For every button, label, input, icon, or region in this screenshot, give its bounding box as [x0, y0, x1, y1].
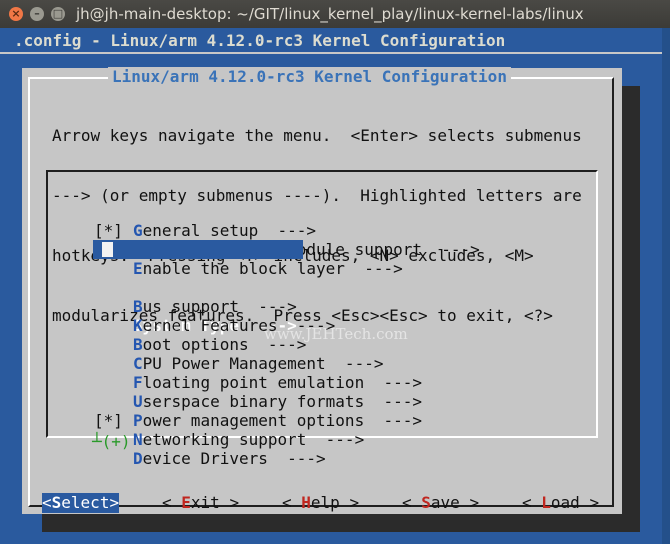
menu-item-hotkey: N [133, 430, 143, 449]
maximize-window-button[interactable]: □ [51, 7, 65, 21]
menu-item-hotkey: U [133, 392, 143, 411]
save-button[interactable]: < Save > [402, 493, 479, 513]
close-window-button[interactable]: × [9, 7, 23, 21]
menu-item-floating-point[interactable]: Floating point emulation ---> [48, 335, 422, 392]
menu-item-device-drivers[interactable]: Device Drivers ---> [48, 411, 326, 468]
window-title: jh@jh-main-desktop: ~/GIT/linux_kernel_p… [76, 5, 584, 23]
menu-item-label: evice Drivers ---> [142, 449, 326, 468]
menu-item-block-layer[interactable]: [*] Enable the block layer ---> [48, 221, 403, 278]
config-header: .config - Linux/arm 4.12.0-rc3 Kernel Co… [14, 31, 506, 50]
dialog-shadow-bottom [42, 514, 640, 532]
dialog-shadow-right [622, 86, 640, 531]
menu-item-userspace-binary[interactable]: Userspace binary formats ---> [48, 354, 422, 411]
more-items-indicator: ┴(+) [92, 432, 131, 451]
button-hotkey: L [541, 493, 551, 512]
header-rule [0, 52, 670, 54]
minimize-window-button[interactable]: – [30, 7, 44, 21]
help-line: Arrow keys navigate the menu. <Enter> se… [52, 126, 582, 145]
menu-item-hotkey: K [133, 316, 143, 335]
menu-item-hotkey: B [133, 297, 143, 316]
menu-item-networking[interactable]: [*] Networking support ---> [48, 392, 364, 449]
menu-item-label: serspace binary formats ---> [142, 392, 422, 411]
menu-item-label: eneral setup ---> [142, 221, 317, 240]
menu-item-hotkey: P [133, 411, 143, 430]
menu-item-hotkey: B [133, 335, 143, 354]
menu-item-hotkey: F [133, 373, 143, 392]
button-hotkey: S [421, 493, 431, 512]
button-hotkey: S [51, 493, 62, 512]
watermark: www.JEHTech.com [264, 325, 408, 343]
menu-item-cpu-power[interactable]: CPU Power Management ---> [48, 316, 383, 373]
menu-item-kernel-features[interactable]: Kernel Features ---> [48, 278, 335, 335]
menu-list: General setup ---> [*] Enable loadable m… [46, 170, 598, 468]
menu-item-general-setup[interactable]: General setup ---> [48, 183, 316, 240]
menu-item-label: loating point emulation ---> [142, 373, 422, 392]
exit-button[interactable]: < Exit > [162, 493, 239, 513]
menuconfig-dialog: Linux/arm 4.12.0-rc3 Kernel Configuratio… [22, 67, 622, 514]
menu-item-label: us support ---> [142, 297, 297, 316]
menu-item-bus-support[interactable]: Bus support ---> [48, 259, 297, 316]
menu-item-hotkey: C [133, 354, 143, 373]
text-cursor [102, 242, 113, 257]
button-hotkey: E [181, 493, 191, 512]
terminal[interactable]: .config - Linux/arm 4.12.0-rc3 Kernel Co… [0, 28, 670, 544]
window-titlebar: × – □ jh@jh-main-desktop: ~/GIT/linux_ke… [0, 0, 670, 28]
menu-item-label: PU Power Management ---> [142, 354, 384, 373]
selection-highlight [93, 240, 303, 259]
menu-item-loadable-modules[interactable]: [*] Enable loadable module support ---> [48, 202, 480, 259]
terminal-scrollbar[interactable] [662, 28, 670, 544]
menu-item-hotkey: E [133, 259, 143, 278]
menu-item-boot-options[interactable]: Boot options ---> [48, 297, 306, 354]
menu-item-hotkey: D [133, 449, 143, 468]
load-button[interactable]: < Load > [522, 493, 599, 513]
menu-item-hotkey: G [133, 221, 143, 240]
select-button[interactable]: <Select> [42, 493, 120, 513]
menu-item-power-management[interactable]: Power management options ---> [48, 373, 422, 430]
menu-item-label: ower management options ---> [142, 411, 422, 430]
dialog-title: Linux/arm 4.12.0-rc3 Kernel Configuratio… [108, 67, 511, 86]
menu-item-label: nable the block layer ---> [142, 259, 403, 278]
menu-item-label: etworking support ---> [142, 430, 365, 449]
menu-item-system-type[interactable]: System Type ---> [48, 240, 303, 335]
help-button[interactable]: < Help > [282, 493, 359, 513]
button-hotkey: H [301, 493, 311, 512]
